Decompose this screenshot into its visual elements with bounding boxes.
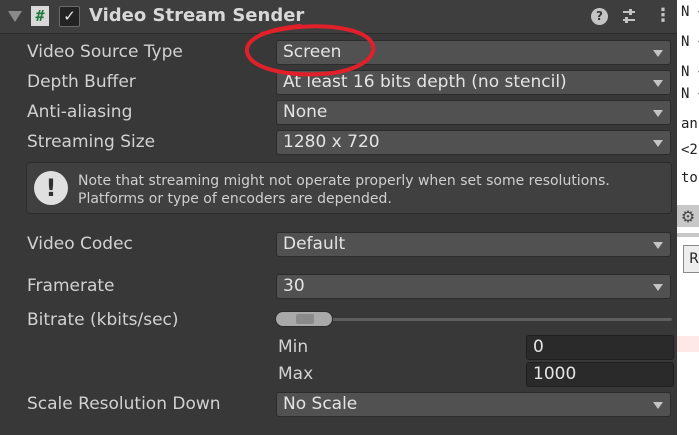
anti-aliasing-dropdown[interactable]: None	[276, 100, 671, 125]
sliders-icon[interactable]	[620, 7, 638, 25]
streaming-size-label: Streaming Size	[27, 132, 156, 152]
inspector-panel: # ✓ Video Stream Sender ? ⋮ Video Source…	[0, 0, 677, 435]
side-line: anc	[681, 116, 699, 132]
bitrate-slider-track[interactable]	[278, 318, 672, 321]
streaming-size-value: 1280 x 720	[283, 132, 380, 152]
side-line: N <	[681, 4, 699, 20]
video-codec-label: Video Codec	[27, 234, 133, 254]
video-source-type-value: Screen	[283, 42, 342, 62]
foldout-arrow-icon[interactable]	[8, 11, 22, 22]
component-title: Video Stream Sender	[89, 5, 305, 26]
warning-icon: !	[34, 171, 68, 205]
framerate-dropdown[interactable]: 30	[276, 274, 671, 299]
adjacent-panel: N < N < N < N < anc <2 to ⚙ R	[677, 0, 699, 435]
side-line: <2	[681, 142, 698, 158]
side-highlight-row	[677, 336, 699, 352]
chevron-down-icon	[653, 140, 663, 147]
help-box: ! Note that streaming might not operate …	[26, 162, 672, 214]
bitrate-label: Bitrate (kbits/sec)	[27, 310, 179, 330]
chevron-down-icon	[653, 284, 663, 291]
depth-buffer-value: At least 16 bits depth (no stencil)	[283, 72, 567, 92]
anti-aliasing-value: None	[283, 102, 328, 122]
side-divider	[677, 233, 699, 237]
component-header[interactable]: # ✓ Video Stream Sender ? ⋮	[0, 0, 677, 34]
chevron-down-icon	[653, 402, 663, 409]
bitrate-slider-handle[interactable]	[275, 311, 333, 327]
anti-aliasing-label: Anti-aliasing	[27, 102, 133, 122]
csharp-script-icon: #	[31, 6, 49, 26]
bitrate-min-value: 0	[533, 337, 544, 357]
chevron-down-icon	[653, 110, 663, 117]
framerate-value: 30	[283, 276, 305, 296]
scale-resolution-down-label: Scale Resolution Down	[27, 394, 221, 414]
side-line: to	[681, 170, 698, 186]
framerate-label: Framerate	[27, 276, 115, 296]
side-line: N <	[681, 34, 699, 50]
chevron-down-icon	[653, 80, 663, 87]
scale-resolution-down-value: No Scale	[283, 394, 358, 414]
help-message: Note that streaming might not operate pr…	[78, 172, 610, 208]
streaming-size-dropdown[interactable]: 1280 x 720	[276, 130, 671, 155]
gear-icon[interactable]: ⚙	[677, 205, 699, 227]
side-button[interactable]: R	[683, 245, 699, 273]
kebab-menu-icon[interactable]: ⋮	[654, 6, 672, 28]
bitrate-max-value: 1000	[533, 364, 577, 384]
help-icon[interactable]: ?	[591, 8, 608, 25]
help-message-line-1: Note that streaming might not operate pr…	[78, 173, 610, 189]
video-codec-dropdown[interactable]: Default	[276, 232, 671, 257]
scale-resolution-down-dropdown[interactable]: No Scale	[276, 392, 671, 417]
bitrate-min-field[interactable]: 0	[526, 335, 674, 360]
video-source-type-dropdown[interactable]: Screen	[276, 40, 671, 65]
depth-buffer-dropdown[interactable]: At least 16 bits depth (no stencil)	[276, 70, 671, 95]
depth-buffer-label: Depth Buffer	[27, 72, 136, 92]
help-message-line-2: Platforms or type of encoders are depend…	[78, 191, 392, 207]
side-line: N <	[681, 86, 699, 102]
bitrate-max-label: Max	[278, 364, 314, 384]
slider-grip	[296, 314, 314, 324]
enabled-checkbox[interactable]: ✓	[59, 6, 80, 27]
chevron-down-icon	[653, 242, 663, 249]
video-source-type-label: Video Source Type	[27, 42, 183, 62]
video-codec-value: Default	[283, 234, 346, 254]
bitrate-max-field[interactable]: 1000	[526, 362, 674, 387]
bitrate-min-label: Min	[278, 337, 309, 357]
side-line: N <	[681, 64, 699, 80]
chevron-down-icon	[653, 50, 663, 57]
